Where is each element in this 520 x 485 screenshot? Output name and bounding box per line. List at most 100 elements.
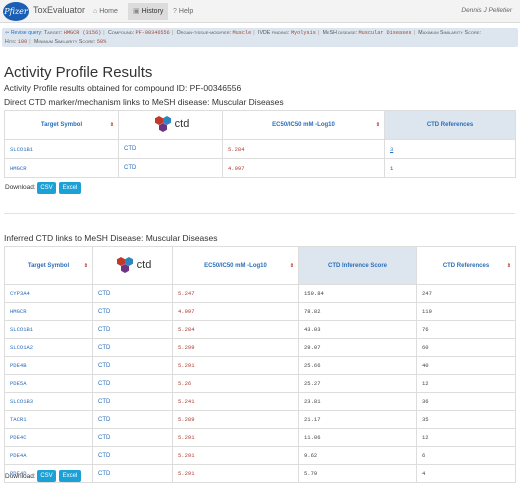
target-symbol-link[interactable]: SLCO1B3 — [4, 392, 93, 411]
table-row: PDE4B CTD 5.291 25.66 40 — [4, 356, 516, 375]
inferred-links-table: Target Symbol ⇕ ctd EC50/IC50 mM -Log10 ⇕ … — [4, 246, 516, 483]
organ-key: Organ-tissue-modifier: — [176, 30, 232, 36]
target-symbol-link[interactable]: SLCO1A2 — [4, 338, 93, 357]
ivde-value: Myolysis — [290, 30, 316, 36]
download-label: Download: — [5, 473, 36, 480]
column-header-ctd-logo[interactable]: ctd — [92, 246, 173, 285]
ctd-source-link[interactable]: CTD — [92, 374, 173, 393]
column-header-target-symbol[interactable]: Target Symbol ⇕ — [4, 110, 119, 140]
sort-icon: ⇕ — [109, 122, 114, 128]
mesh-key: MeSH disease: — [322, 30, 358, 36]
compound-key: Compound: — [108, 30, 135, 36]
ec50-value: 5.289 — [172, 410, 299, 429]
target-symbol-link[interactable]: SLCO1B1 — [4, 139, 119, 159]
mesh-value: Muscular Diseases — [358, 30, 412, 36]
ivde-key: IVDE finding: — [258, 30, 290, 36]
ec50-value: 5.299 — [172, 338, 299, 357]
column-header-ec50[interactable]: EC50/IC50 mM -Log10 ⇕ — [222, 110, 385, 140]
ctd-references-value: 6 — [416, 446, 516, 465]
ctd-source-link[interactable]: CTD — [92, 392, 173, 411]
target-symbol-link[interactable]: PDE5A — [4, 374, 93, 393]
help-icon: ? — [173, 8, 177, 15]
ctd-inference-score: 43.03 — [298, 320, 417, 339]
direct-links-heading: Direct CTD marker/mechanism links to MeS… — [4, 97, 284, 107]
section-divider — [4, 213, 515, 214]
download-excel-button[interactable]: Excel — [59, 182, 81, 194]
target-symbol-link[interactable]: HMGCR — [4, 158, 119, 178]
nav-home-label: Home — [99, 8, 118, 15]
column-header-target-symbol[interactable]: Target Symbol ⇕ — [4, 246, 93, 285]
target-symbol-link[interactable]: TACR1 — [4, 410, 93, 429]
ctd-source-link[interactable]: CTD — [118, 158, 223, 178]
ctd-inference-score: 25.27 — [298, 374, 417, 393]
hits-value: 100 — [17, 38, 28, 45]
ctd-references-value: 247 — [416, 284, 516, 303]
ctd-inference-score: 23.81 — [298, 392, 417, 411]
page-title: Activity Profile Results — [4, 64, 153, 81]
min-similarity-key: Minimum Similarity Score: — [34, 38, 96, 45]
user-name[interactable]: Dennis J Pelletier — [461, 7, 512, 14]
ctd-source-link[interactable]: CTD — [92, 302, 173, 321]
ctd-inference-score: 29.07 — [298, 338, 417, 357]
ctd-inference-score: 78.82 — [298, 302, 417, 321]
column-header-ctd-references[interactable]: CTD References ⇕ — [416, 246, 516, 285]
column-header-ec50-label: EC50/IC50 mM -Log10 — [204, 262, 267, 269]
ctd-source-link[interactable]: CTD — [92, 446, 173, 465]
download-excel-button[interactable]: Excel — [59, 470, 81, 482]
column-header-ec50[interactable]: EC50/IC50 mM -Log10 ⇕ — [172, 246, 299, 285]
target-symbol-link[interactable]: PDE4A — [4, 446, 93, 465]
nav-home[interactable]: ⌂ Home — [88, 3, 123, 20]
ctd-inference-score: 21.17 — [298, 410, 417, 429]
column-header-ctd-logo[interactable]: ctd — [118, 110, 223, 140]
revise-query-link[interactable]: Revise query: — [11, 30, 43, 36]
ctd-source-link[interactable]: CTD — [92, 428, 173, 447]
column-header-refs-label: CTD References — [442, 262, 490, 269]
target-symbol-link[interactable]: PDE4C — [4, 428, 93, 447]
ctd-inference-score: 5.79 — [298, 464, 417, 483]
target-key: Target: — [43, 30, 63, 36]
nav-history[interactable]: ▣ History — [128, 3, 169, 20]
download-csv-button[interactable]: CSV — [37, 182, 56, 194]
target-value: HMGCR (3156) — [63, 30, 102, 36]
table-row: PDE4D CTD 5.291 5.79 4 — [4, 464, 516, 483]
ctd-source-link[interactable]: CTD — [92, 284, 173, 303]
ctd-inference-score: 159.84 — [298, 284, 417, 303]
back-arrow-icon[interactable]: ⇦ — [5, 30, 9, 36]
ctd-source-link[interactable]: CTD — [92, 320, 173, 339]
nav-history-label: History — [141, 8, 164, 15]
column-header-target-label: Target Symbol — [40, 122, 83, 128]
column-header-refs-label: CTD References — [426, 122, 474, 128]
download-csv-button[interactable]: CSV — [37, 470, 56, 482]
ctd-hexagon-icon — [116, 256, 133, 273]
ctd-source-link[interactable]: CTD — [118, 139, 223, 159]
ctd-references-link[interactable]: 3 — [384, 139, 516, 159]
ec50-value: 5.291 — [172, 446, 299, 465]
ctd-references-value: 36 — [416, 392, 516, 411]
ctd-source-link[interactable]: CTD — [92, 338, 173, 357]
target-symbol-link[interactable]: PDE4B — [4, 356, 93, 375]
target-symbol-link[interactable]: HMGCR — [4, 302, 93, 321]
pfizer-logo[interactable]: Pfizer — [3, 2, 29, 21]
column-header-ec50-label: EC50/IC50 mM -Log10 — [272, 122, 335, 128]
ec50-value: 5.26 — [172, 374, 299, 393]
nav-help[interactable]: ? Help — [168, 3, 198, 20]
target-symbol-link[interactable]: CYP3A4 — [4, 284, 93, 303]
app-brand[interactable]: ToxEvaluator — [33, 5, 85, 15]
column-header-ctd-references[interactable]: CTD References — [384, 110, 516, 140]
min-similarity-value: 50% — [96, 38, 107, 45]
max-similarity-key: Maximum Similarity Score: — [418, 30, 481, 36]
column-header-ctd-inference-score[interactable]: CTD Inference Score — [298, 246, 417, 285]
ec50-value: 5.291 — [172, 464, 299, 483]
ctd-references-value: 4 — [416, 464, 516, 483]
target-symbol-link[interactable]: SLCO1B1 — [4, 320, 93, 339]
organ-value: Muscle — [232, 30, 252, 36]
sort-icon: ⇕ — [375, 122, 380, 128]
ec50-value: 5.241 — [172, 392, 299, 411]
table-row: SLCO1A2 CTD 5.299 29.07 60 — [4, 338, 516, 357]
ctd-source-link[interactable]: CTD — [92, 356, 173, 375]
ctd-source-link[interactable]: CTD — [92, 464, 173, 483]
table-row: PDE4C CTD 5.291 11.06 12 — [4, 428, 516, 447]
ctd-logo-text: ctd — [136, 258, 152, 271]
ctd-references-value: 12 — [416, 428, 516, 447]
ctd-source-link[interactable]: CTD — [92, 410, 173, 429]
